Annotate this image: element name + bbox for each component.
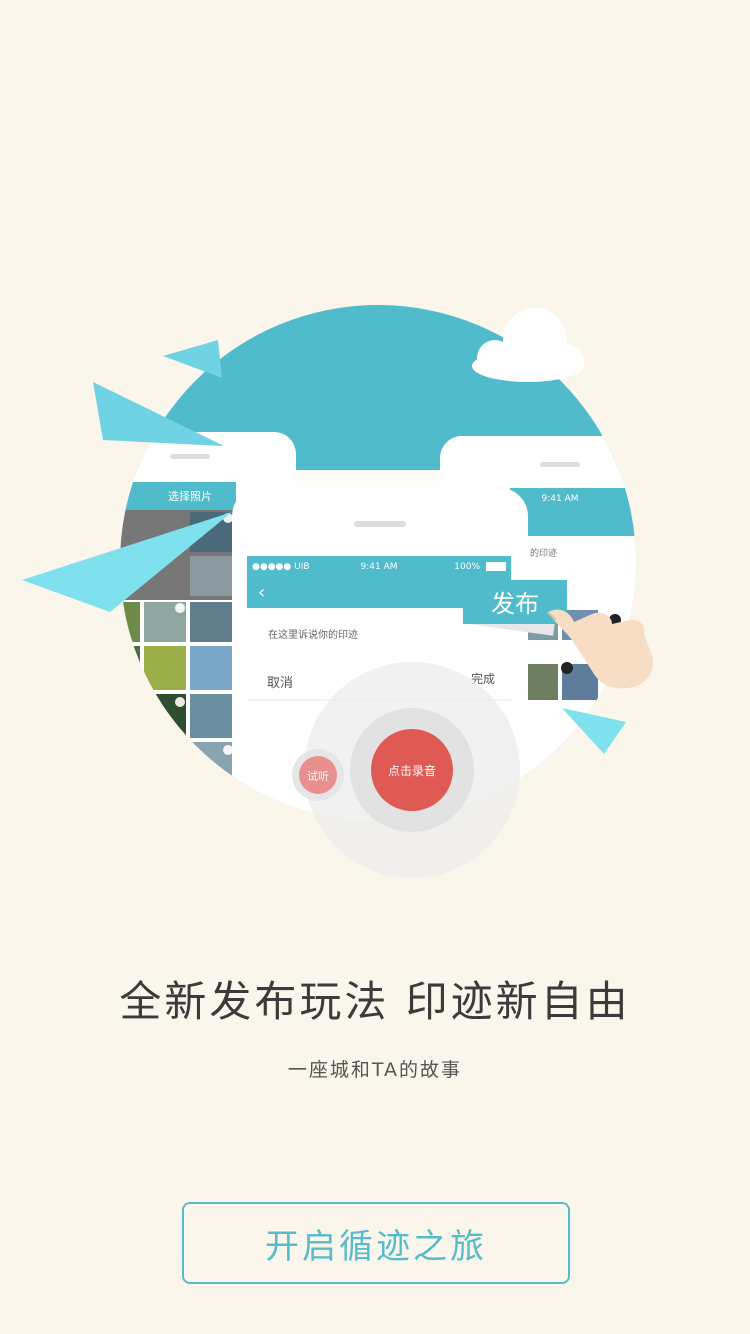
paper-plane-shape <box>163 340 222 378</box>
back-chevron-icon: ‹ <box>258 582 265 603</box>
cloud-icon <box>472 308 584 382</box>
subtitle: 一座城和TA的故事 <box>287 1059 463 1081</box>
start-journey-button[interactable]: 开启循迹之旅 <box>182 1202 570 1284</box>
publish-label: 发布 <box>491 590 539 618</box>
right-phone-text: 的印迹 <box>530 547 557 559</box>
feature-illustration: 选择照片 9:41 AM 的印迹 ●●●●● UIB 9:41 AM 100% … <box>22 305 653 878</box>
preview-label: 试听 <box>307 770 329 783</box>
record-label: 点击录音 <box>388 763 436 778</box>
headline: 全新发布玩法 印迹新自由 <box>119 977 631 1026</box>
right-phone-status-time: 9:41 AM <box>542 494 579 504</box>
left-phone-header: 选择照片 <box>168 489 212 503</box>
compose-placeholder: 在这里诉说你的印迹 <box>268 628 358 641</box>
status-battery: 100% <box>454 562 480 572</box>
remove-photo-icon <box>561 662 573 674</box>
status-time: 9:41 AM <box>361 562 398 572</box>
status-carrier: ●●●●● UIB <box>252 562 310 572</box>
cancel-label: 取消 <box>267 676 293 691</box>
